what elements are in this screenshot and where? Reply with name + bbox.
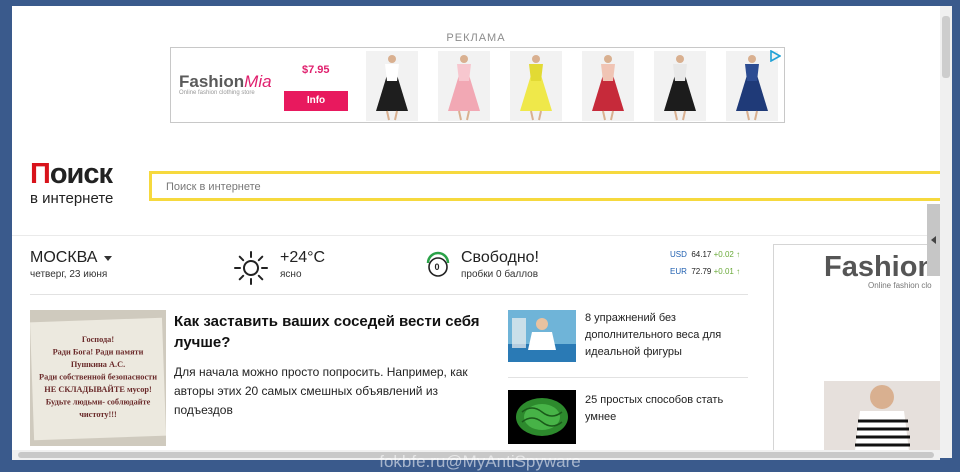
news-main-title[interactable]: Как заставить ваших соседей вести себя л… (174, 311, 494, 353)
news-side-divider (508, 377, 748, 378)
ad-dress-thumbnail[interactable] (654, 51, 706, 121)
news-main-text[interactable]: Для начала можно просто попросить. Напри… (174, 363, 490, 420)
dress-image (520, 55, 552, 121)
adchoices-icon[interactable] (769, 50, 781, 62)
ad-dress-thumbnail[interactable] (438, 51, 490, 121)
currency-eur[interactable]: EUR 72.79 +0.01 ↑ (670, 267, 740, 276)
weather-condition: ясно (280, 269, 302, 280)
dress-image (376, 55, 408, 121)
news-side-image-fitness[interactable] (508, 310, 576, 362)
sun-icon (234, 251, 268, 285)
vertical-scroll-thumb[interactable] (942, 16, 950, 78)
dress-image (664, 55, 696, 121)
ad-banner[interactable]: FashionMia Online fashion clothing store… (170, 47, 785, 123)
chevron-left-icon (931, 236, 936, 244)
dress-image (448, 55, 480, 121)
traffic-score: пробки 0 баллов (461, 269, 539, 280)
news-side-title-2[interactable]: 25 простых способов стать умнее (585, 392, 745, 426)
right-ad-tagline: Online fashion clo (868, 281, 932, 290)
weather-temperature[interactable]: +24°C (280, 249, 325, 267)
news-side-image-brain[interactable] (508, 390, 576, 444)
dress-image (592, 55, 624, 121)
right-ad-model-image (824, 381, 940, 458)
ad-brand-logo: FashionMia (179, 72, 272, 91)
traffic-level: 0 (434, 262, 440, 272)
search-input[interactable] (164, 175, 934, 199)
currency-usd[interactable]: USD 64.17 +0.02 ↑ (670, 250, 740, 259)
fitness-image (508, 310, 576, 362)
ad-dress-thumbnail[interactable] (510, 51, 562, 121)
model-image (824, 381, 940, 458)
site-logo-subtitle: в интернете (30, 190, 114, 207)
ad-dress-thumbnail[interactable] (582, 51, 634, 121)
ad-price: $7.95 (302, 64, 330, 76)
right-ad-banner[interactable]: Fashion Online fashion clo (773, 244, 940, 458)
search-box (149, 171, 940, 201)
browser-viewport: РЕКЛАМА FashionMia Online fashion clothi… (12, 6, 940, 458)
site-logo[interactable]: Поиск (30, 158, 113, 191)
watermark: fokbfe.ru@MyAntiSpyware (379, 452, 581, 471)
side-panel-toggle[interactable] (927, 204, 940, 276)
news-main-image[interactable]: Господа! Ради Бога! Ради памяти Пушкина А.… (30, 310, 166, 446)
ad-label: РЕКЛАМА (446, 32, 506, 44)
current-date: четверг, 23 июня (30, 269, 108, 280)
chevron-down-icon[interactable] (104, 256, 112, 261)
news-side-title-1[interactable]: 8 упражнений без дополнительного веса дл… (585, 310, 745, 361)
brain-image (508, 390, 576, 444)
traffic-status[interactable]: Свободно! (461, 249, 539, 267)
header-divider (12, 235, 940, 236)
ad-info-button[interactable]: Info (284, 91, 348, 111)
svg-text:Господа!Ради Бога! Ради памяти: Господа! Ради Бога! Ради памяти Пушкина А.… (39, 335, 157, 419)
vertical-scrollbar[interactable] (940, 6, 952, 458)
ad-tagline: Online fashion clothing store (179, 90, 255, 96)
ad-dress-thumbnail[interactable] (366, 51, 418, 121)
city-selector[interactable]: МОСКВА (30, 249, 97, 267)
notice-paper-image: Господа! Ради Бога! Ради памяти Пушкина А.… (30, 310, 166, 446)
arrow-up-icon: ↑ (736, 250, 741, 259)
info-divider (30, 294, 748, 295)
right-ad-brand: Fashion (824, 251, 936, 283)
arrow-up-icon: ↑ (736, 267, 741, 276)
